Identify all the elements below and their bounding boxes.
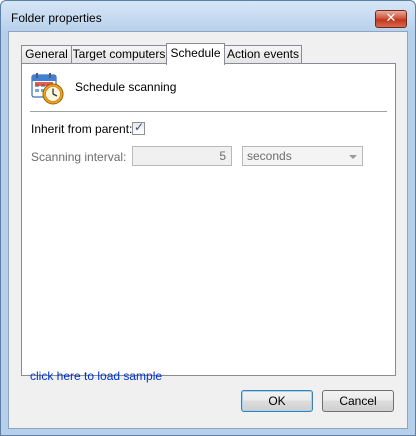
interval-label: Scanning interval: xyxy=(31,150,127,164)
schedule-clock-icon xyxy=(31,73,64,105)
tab-general[interactable]: General xyxy=(21,45,72,64)
interval-unit-select[interactable]: seconds xyxy=(242,146,363,166)
window-title: Folder properties xyxy=(11,11,102,25)
tab-schedule[interactable]: Schedule xyxy=(166,43,225,65)
title-bar[interactable]: Folder properties ✕ xyxy=(1,1,415,31)
schedule-heading: Schedule scanning xyxy=(75,80,177,94)
cancel-button[interactable]: Cancel xyxy=(322,390,394,412)
inherit-label: Inherit from parent: xyxy=(31,122,133,136)
dialog-window: Folder properties ✕ General Target compu… xyxy=(0,0,416,436)
interval-unit-value: seconds xyxy=(247,149,292,163)
schedule-panel: Schedule scanning Inherit from parent: ✓… xyxy=(21,63,396,376)
load-sample-link[interactable]: click here to load sample xyxy=(30,369,162,383)
chevron-down-icon xyxy=(349,155,357,159)
checkmark-icon: ✓ xyxy=(134,120,145,134)
interval-input[interactable]: 5 xyxy=(132,146,232,166)
section-divider xyxy=(30,111,387,113)
inherit-checkbox[interactable]: ✓ xyxy=(132,120,145,135)
dialog-client-area: General Target computers Schedule Action… xyxy=(8,31,408,429)
ok-button[interactable]: OK xyxy=(241,390,313,412)
tab-target-computers[interactable]: Target computers xyxy=(71,45,167,64)
close-button[interactable]: ✕ xyxy=(375,10,407,28)
close-icon: ✕ xyxy=(385,11,397,26)
tab-action-events[interactable]: Action events xyxy=(224,45,302,64)
